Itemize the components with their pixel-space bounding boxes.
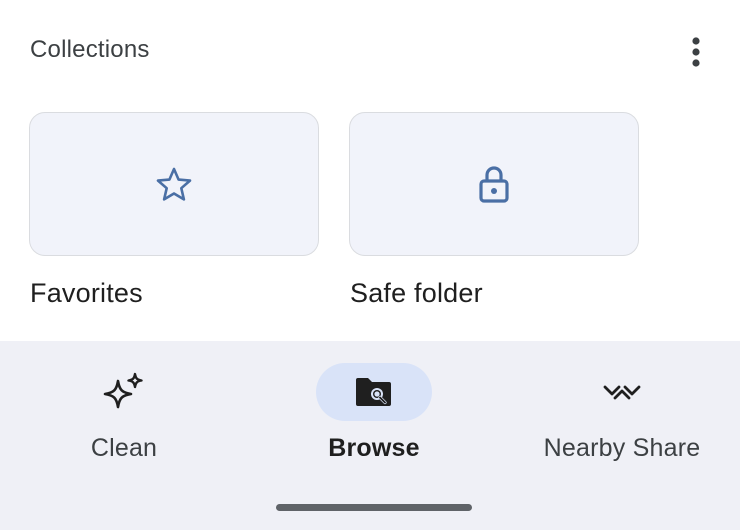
star-outline-icon (156, 167, 192, 201)
nav-label: Clean (90, 434, 158, 462)
nav-label: Browse (328, 434, 420, 462)
tile-card (349, 112, 639, 256)
collection-tile-favorites[interactable]: Favorites (29, 112, 319, 308)
more-vert-icon (692, 37, 700, 67)
nav-item-clean[interactable]: Clean (0, 341, 248, 481)
section-title: Collections (30, 36, 150, 63)
nav-icon-container (564, 363, 680, 421)
more-options-button[interactable] (672, 30, 720, 74)
sparkle-icon (103, 372, 143, 409)
nav-item-browse[interactable]: Browse (250, 341, 498, 481)
collections-header: Collections (0, 0, 740, 100)
nav-selected-pill (316, 363, 432, 421)
collection-tile-safe-folder[interactable]: Safe folder (349, 112, 639, 308)
tile-card (29, 112, 319, 256)
nearby-share-icon (603, 385, 641, 400)
home-indicator[interactable] (276, 504, 472, 511)
nav-item-nearby-share[interactable]: Nearby Share (498, 341, 740, 481)
nav-icon-container (66, 363, 182, 421)
nav-label: Nearby Share (543, 434, 701, 462)
lock-icon (479, 166, 509, 203)
tile-label: Favorites (30, 278, 143, 308)
tile-label: Safe folder (350, 278, 483, 308)
folder-search-icon (356, 378, 391, 406)
bottom-navigation: Clean Browse Nearby Share (0, 341, 740, 530)
